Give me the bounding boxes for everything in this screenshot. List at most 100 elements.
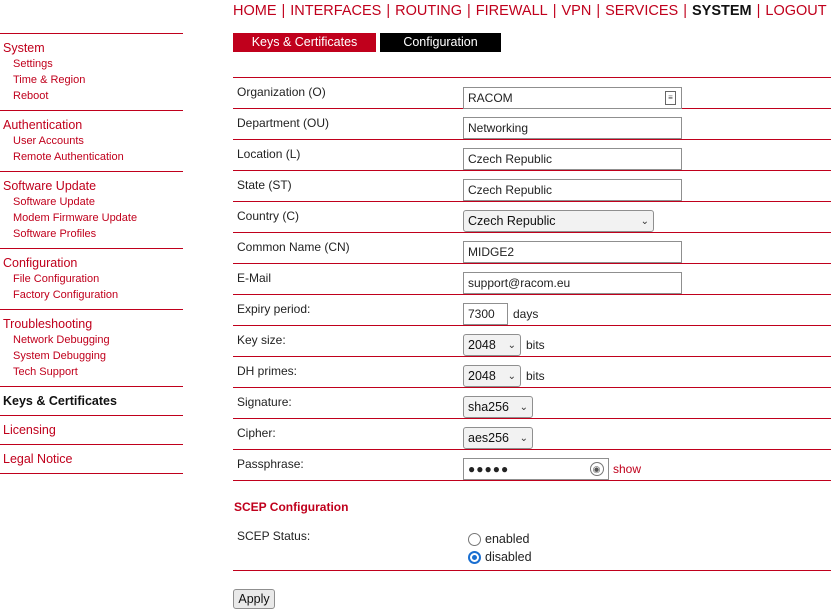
nav-logout[interactable]: LOGOUT <box>765 3 826 19</box>
sidebar-item-network-debugging[interactable]: Network Debugging <box>3 332 183 348</box>
scep-disabled-label: disabled <box>485 550 532 564</box>
top-navigation: HOME | INTERFACES | ROUTING | FIREWALL | VPN | SER… <box>233 3 827 23</box>
apply-button[interactable]: Apply <box>233 589 275 609</box>
scep-section-title: SCEP Configuration <box>234 500 349 514</box>
scep-status-label: SCEP Status: <box>237 529 311 543</box>
reveal-password-icon[interactable]: ◉ <box>590 462 604 476</box>
cipher-value: aes256 <box>468 431 510 445</box>
nav-system[interactable]: SYSTEM <box>692 3 752 19</box>
nav-separator: | <box>683 3 687 19</box>
sidebar-item-troubleshooting[interactable]: Troubleshooting <box>3 317 183 332</box>
tab-keys-certificates[interactable]: Keys & Certificates <box>233 33 376 52</box>
sidebar-item-system-debugging[interactable]: System Debugging <box>3 348 183 364</box>
nav-home[interactable]: HOME <box>233 3 277 19</box>
expiry-unit: days <box>513 307 539 321</box>
chevron-down-icon: ⌄ <box>519 401 528 413</box>
form-row-location: Location (L) <box>233 140 831 171</box>
department-input[interactable] <box>463 117 682 139</box>
signature-select[interactable]: sha256 ⌄ <box>463 396 533 418</box>
nav-routing[interactable]: ROUTING <box>395 3 462 19</box>
key-size-unit: bits <box>526 338 545 352</box>
nav-vpn[interactable]: VPN <box>562 3 592 19</box>
sidebar-item-software-profiles[interactable]: Software Profiles <box>3 226 183 242</box>
tab-configuration[interactable]: Configuration <box>380 33 501 52</box>
nav-services[interactable]: SERVICES <box>605 3 678 19</box>
nav-separator: | <box>466 3 471 19</box>
department-label: Department (OU) <box>237 116 330 130</box>
nav-separator: | <box>596 3 601 19</box>
scep-enabled-radio[interactable]: enabled <box>468 532 530 546</box>
dh-primes-select[interactable]: 2048 ⌄ <box>463 365 521 387</box>
sidebar-group-keys: Keys & Certificates <box>0 386 183 415</box>
sidebar-item-authentication[interactable]: Authentication <box>3 118 183 133</box>
show-password-link[interactable]: show <box>613 462 641 476</box>
sidebar-group-legal: Legal Notice <box>0 444 183 474</box>
location-input[interactable] <box>463 148 682 170</box>
form-row-email: E-Mail <box>233 264 831 295</box>
state-input[interactable] <box>463 179 682 201</box>
form-row-cipher: Cipher: aes256 ⌄ <box>233 419 831 450</box>
sidebar-item-modem-firmware-update[interactable]: Modem Firmware Update <box>3 210 183 226</box>
sidebar-item-keys-certificates[interactable]: Keys & Certificates <box>3 394 183 409</box>
dh-primes-value: 2048 <box>468 369 496 383</box>
form-row-signature: Signature: sha256 ⌄ <box>233 388 831 419</box>
sidebar-item-configuration[interactable]: Configuration <box>3 256 183 271</box>
sidebar-item-reboot[interactable]: Reboot <box>3 88 183 104</box>
sidebar-item-user-accounts[interactable]: User Accounts <box>3 133 183 149</box>
sidebar-group-licensing: Licensing <box>0 415 183 444</box>
signature-value: sha256 <box>468 400 510 414</box>
sidebar-group-software-update: Software Update Software Update Modem Fi… <box>0 171 183 248</box>
cipher-select[interactable]: aes256 ⌄ <box>463 427 533 449</box>
passphrase-value: ●●●●● <box>468 462 510 476</box>
sidebar-item-software-update-group[interactable]: Software Update <box>3 179 183 194</box>
key-size-value: 2048 <box>468 338 496 352</box>
scep-disabled-radio[interactable]: disabled <box>468 550 532 564</box>
sidebar-item-tech-support[interactable]: Tech Support <box>3 364 183 380</box>
dh-primes-unit: bits <box>526 369 545 383</box>
form-row-expiry: Expiry period: days <box>233 295 831 326</box>
form-row-key-size: Key size: 2048 ⌄ bits <box>233 326 831 357</box>
form-row-department: Department (OU) <box>233 109 831 140</box>
form-row-dh-primes: DH primes: 2048 ⌄ bits <box>233 357 831 388</box>
field-lock-icon: ≡ <box>665 91 676 105</box>
signature-label: Signature: <box>237 395 292 409</box>
key-size-select[interactable]: 2048 ⌄ <box>463 334 521 356</box>
sidebar-item-file-configuration[interactable]: File Configuration <box>3 271 183 287</box>
nav-firewall[interactable]: FIREWALL <box>476 3 548 19</box>
form-row-organization: Organization (O) RACOM ≡ <box>233 77 831 109</box>
email-label: E-Mail <box>237 271 272 285</box>
nav-separator: | <box>756 3 761 19</box>
chevron-down-icon: ⌄ <box>507 339 516 351</box>
sidebar-item-system[interactable]: System <box>3 41 183 56</box>
organization-label: Organization (O) <box>237 85 326 99</box>
sidebar-item-remote-authentication[interactable]: Remote Authentication <box>3 149 183 165</box>
sidebar-item-software-update[interactable]: Software Update <box>3 194 183 210</box>
sidebar-item-licensing[interactable]: Licensing <box>3 423 183 438</box>
country-select[interactable]: Czech Republic ⌄ <box>463 210 654 232</box>
passphrase-input[interactable]: ●●●●● ◉ <box>463 458 609 480</box>
nav-interfaces[interactable]: INTERFACES <box>290 3 381 19</box>
common-name-input[interactable] <box>463 241 682 263</box>
country-label: Country (C) <box>237 209 300 223</box>
certificate-form: Organization (O) RACOM ≡ Department (OU)… <box>233 77 831 481</box>
form-row-common-name: Common Name (CN) <box>233 233 831 264</box>
expiry-label: Expiry period: <box>237 302 311 316</box>
sidebar-item-settings[interactable]: Settings <box>3 56 183 72</box>
expiry-input[interactable] <box>463 303 508 325</box>
organization-value: RACOM <box>468 91 513 105</box>
email-input[interactable] <box>463 272 682 294</box>
sidebar-group-troubleshooting: Troubleshooting Network Debugging System… <box>0 309 183 386</box>
passphrase-label: Passphrase: <box>237 457 304 471</box>
state-label: State (ST) <box>237 178 292 192</box>
organization-input[interactable]: RACOM ≡ <box>463 87 682 109</box>
sidebar-group-configuration: Configuration File Configuration Factory… <box>0 248 183 309</box>
country-value: Czech Republic <box>468 214 556 228</box>
form-row-scep-status: SCEP Status: enabled disabled <box>233 523 831 571</box>
sidebar-item-time-region[interactable]: Time & Region <box>3 72 183 88</box>
scep-enabled-label: enabled <box>485 532 530 546</box>
sidebar-item-factory-configuration[interactable]: Factory Configuration <box>3 287 183 303</box>
sidebar-item-legal-notice[interactable]: Legal Notice <box>3 452 183 467</box>
dh-primes-label: DH primes: <box>237 364 298 378</box>
nav-separator: | <box>281 3 286 19</box>
key-size-label: Key size: <box>237 333 286 347</box>
